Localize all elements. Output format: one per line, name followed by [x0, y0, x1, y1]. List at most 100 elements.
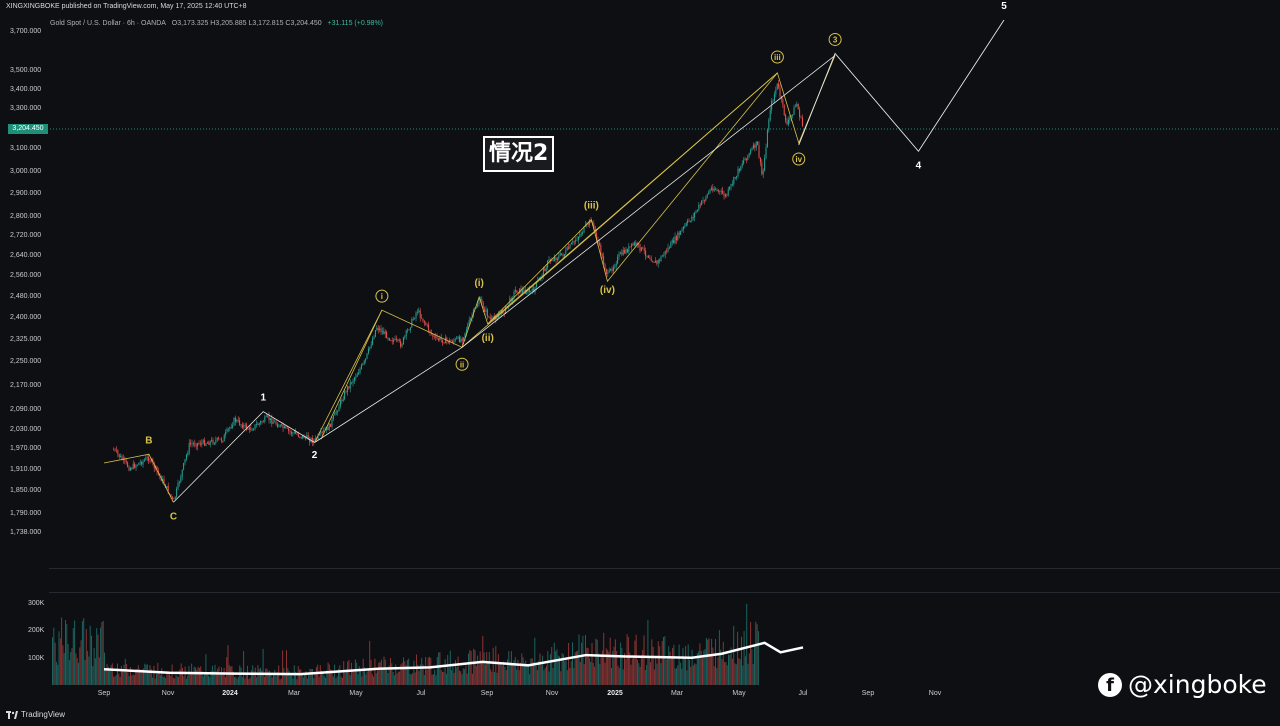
volume-bar [692, 665, 694, 685]
candle-body [696, 209, 698, 212]
volume-bar [96, 628, 98, 685]
tradingview-icon [6, 710, 18, 719]
candle-body [678, 232, 680, 235]
volume-bar [453, 672, 455, 685]
volume-bar [718, 630, 720, 685]
volume-bar [174, 678, 176, 685]
volume-bar [299, 669, 300, 685]
candle-body [481, 299, 483, 303]
candle-body [740, 166, 742, 171]
volume-bar [271, 677, 273, 685]
candle-body [576, 239, 578, 241]
volume-bar [241, 676, 243, 685]
volume-bar [239, 665, 241, 685]
volume-bar [690, 666, 692, 685]
volume-bar [549, 654, 551, 685]
volume-bar [599, 664, 601, 685]
volume-bar [605, 648, 607, 685]
volume-bar [677, 665, 679, 685]
candle-body [801, 117, 803, 126]
candle-body [737, 168, 739, 176]
volume-bar [708, 638, 710, 685]
candle-body [428, 324, 430, 331]
volume-bar [313, 678, 315, 685]
volume-bar [712, 647, 714, 685]
candle-body [243, 424, 245, 428]
candle-body [166, 485, 168, 488]
volume-bar [713, 666, 715, 685]
price-tick-label: 3,300.000 [10, 105, 42, 112]
volume-bar [180, 663, 182, 685]
volume-bar [393, 675, 395, 685]
candle-body [607, 272, 609, 274]
volume-bar [374, 658, 376, 685]
time-tick-label: Nov [928, 690, 942, 697]
candle-body [292, 432, 294, 434]
volume-bar [735, 664, 737, 685]
volume-bar [569, 667, 571, 685]
candle-body [702, 200, 704, 202]
volume-bar [482, 635, 484, 685]
time-tick-label: Sep [861, 690, 875, 697]
candle-body [345, 391, 347, 393]
price-chart[interactable]: BC12iii(i)(ii)(iii)(iv)iiiiv345 [0, 0, 1280, 726]
volume-bar [421, 657, 423, 685]
volume-bar [163, 676, 165, 685]
volume-bar [679, 662, 681, 685]
volume-bar [317, 664, 319, 685]
candle-body [269, 417, 271, 421]
candle-body [240, 424, 242, 426]
candle-body [223, 434, 225, 442]
candle-body [619, 252, 621, 254]
candle-body [628, 246, 630, 253]
candle-body [339, 400, 341, 407]
candle-body [776, 83, 778, 90]
candle-body [458, 336, 460, 342]
candle-body [283, 426, 285, 429]
candle-body [582, 232, 584, 234]
candle-body [750, 150, 752, 154]
volume-bar [617, 665, 619, 685]
candle-body [415, 312, 417, 319]
volume-bar [444, 659, 446, 685]
volume-bar [462, 668, 464, 685]
volume-bar [514, 657, 516, 685]
candle-body [176, 488, 178, 497]
candle-body [729, 186, 731, 190]
volume-bar [555, 651, 557, 685]
volume-bar [214, 664, 216, 685]
volume-bar [318, 676, 320, 685]
candle-body [177, 482, 179, 489]
volume-bar [458, 670, 460, 685]
time-tick-label: Nov [545, 690, 559, 697]
candle-body [219, 438, 221, 440]
tradingview-logo[interactable]: TradingView [6, 710, 65, 719]
volume-bar [451, 670, 453, 685]
volume-bar [328, 664, 330, 685]
candle-body [516, 290, 518, 293]
volume-bar [254, 667, 256, 685]
volume-bar [161, 668, 163, 685]
candle-body [113, 449, 115, 451]
candle-body [713, 189, 715, 191]
volume-bar [426, 669, 428, 685]
candle-body [383, 331, 385, 335]
candle-body [363, 360, 365, 364]
volume-bar [282, 650, 284, 685]
volume-bar [412, 673, 414, 685]
candle-body [709, 189, 711, 193]
volume-bar [249, 677, 251, 685]
volume-bar [653, 669, 655, 685]
candle-body [412, 318, 414, 320]
candle-body [334, 412, 336, 416]
volume-bar [110, 665, 112, 685]
volume-bar [371, 674, 373, 685]
candle-body [408, 329, 410, 331]
candle-body [331, 419, 333, 427]
volume-bar [406, 660, 408, 685]
volume-bar [124, 658, 126, 685]
volume-tick-label: 100K [28, 655, 45, 662]
volume-bar [413, 660, 415, 685]
candle-body [778, 83, 780, 88]
volume-bar [614, 639, 616, 685]
